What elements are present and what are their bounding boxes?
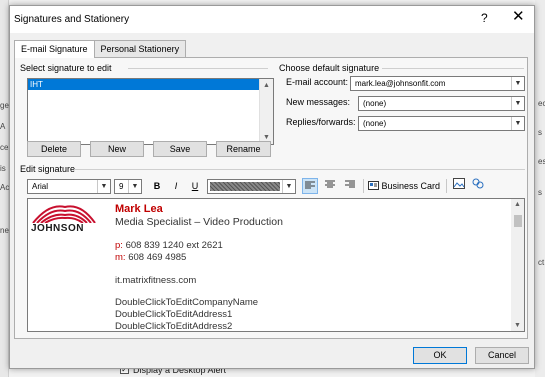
chevron-down-icon[interactable]: ▼ xyxy=(128,180,141,193)
bold-button[interactable]: B xyxy=(150,178,164,194)
ok-button[interactable]: OK xyxy=(413,347,467,364)
replies-forwards-label: Replies/forwards: xyxy=(286,117,356,127)
toolbar-separator xyxy=(363,179,364,193)
signature-phone-line: p: 608 839 1240 ext 2621 xyxy=(115,240,223,251)
dialog-titlebar: Signatures and Stationery ? ✕ xyxy=(10,6,534,33)
cancel-button[interactable]: Cancel xyxy=(475,347,529,364)
scroll-up-icon[interactable]: ▲ xyxy=(514,201,521,208)
signature-list[interactable]: IHT ▲ ▼ xyxy=(27,78,274,145)
address2-placeholder: DoubleClickToEditAddress2 xyxy=(115,321,233,332)
signatures-dialog: Signatures and Stationery ? ✕ E-mail Sig… xyxy=(9,5,535,369)
bg-fragment: ce xyxy=(0,143,9,152)
italic-button[interactable]: I xyxy=(169,178,183,194)
email-account-label: E-mail account: xyxy=(286,77,349,87)
new-button[interactable]: New xyxy=(90,141,144,157)
font-name-select[interactable]: Arial ▼ xyxy=(27,179,111,194)
font-size-select[interactable]: 9 ▼ xyxy=(114,179,142,194)
phone-prefix: p: xyxy=(115,240,123,251)
mobile-number: 608 469 4985 xyxy=(128,252,187,263)
new-messages-label: New messages: xyxy=(286,97,351,107)
chevron-down-icon[interactable]: ▼ xyxy=(511,117,524,130)
business-card-label: Business Card xyxy=(381,181,441,191)
toolbar-separator xyxy=(446,179,447,193)
insert-picture-icon[interactable] xyxy=(452,178,466,194)
scroll-down-icon[interactable]: ▼ xyxy=(514,322,521,329)
email-account-value: mark.lea@johnsonfit.com xyxy=(355,79,446,88)
replies-forwards-value: (none) xyxy=(363,119,387,128)
divider xyxy=(382,68,524,69)
bg-fragment: ct xyxy=(538,258,545,267)
edit-signature-label: Edit signature xyxy=(20,164,76,174)
tab-email-signature[interactable]: E-mail Signature xyxy=(14,40,95,58)
insert-hyperlink-icon[interactable] xyxy=(471,178,485,194)
chevron-down-icon[interactable]: ▼ xyxy=(511,97,524,110)
scroll-up-icon[interactable]: ▲ xyxy=(263,82,270,89)
divider xyxy=(74,169,525,170)
bg-fragment: A xyxy=(0,122,6,131)
editor-scrollbar[interactable]: ▲ ▼ xyxy=(511,199,524,331)
font-size-value: 9 xyxy=(119,182,124,191)
help-button[interactable]: ? xyxy=(481,11,488,25)
bg-fragment: s xyxy=(538,188,542,197)
signature-list-scrollbar[interactable]: ▲ ▼ xyxy=(259,79,273,144)
tab-personal-stationery[interactable]: Personal Stationery xyxy=(93,40,187,57)
delete-button[interactable]: Delete xyxy=(27,141,81,157)
background-app-left-strip: ge A ce is Ac ne xyxy=(0,0,9,377)
bg-fragment: ect xyxy=(538,99,545,108)
logo-text: JOHNSON xyxy=(31,223,84,234)
address1-placeholder: DoubleClickToEditAddress1 xyxy=(115,309,233,320)
signature-list-item[interactable]: IHT xyxy=(28,79,259,90)
new-messages-value: (none) xyxy=(363,99,387,108)
default-signature-label: Choose default signature xyxy=(279,63,380,73)
scroll-down-icon[interactable]: ▼ xyxy=(263,134,270,141)
scrollbar-thumb[interactable] xyxy=(514,215,522,227)
phone-number: 608 839 1240 ext 2621 xyxy=(125,240,223,251)
company-name-placeholder: DoubleClickToEditCompanyName xyxy=(115,297,259,308)
chevron-down-icon[interactable]: ▼ xyxy=(97,180,110,193)
email-account-select[interactable]: mark.lea@johnsonfit.com ▼ xyxy=(350,76,525,91)
signature-title: Media Specialist – Video Production xyxy=(115,216,283,228)
bg-fragment: ne xyxy=(0,226,9,235)
business-card-icon xyxy=(368,181,379,190)
bg-fragment: s xyxy=(538,128,542,137)
dialog-tabs: E-mail Signature Personal Stationery xyxy=(14,40,187,58)
align-left-icon[interactable] xyxy=(302,178,318,194)
signature-mobile-line: m: 608 469 4985 xyxy=(115,252,186,263)
bg-fragment: es xyxy=(538,157,545,166)
signature-website: it.matrixfitness.com xyxy=(115,275,197,286)
signature-name: Mark Lea xyxy=(115,203,163,215)
dialog-title: Signatures and Stationery xyxy=(14,14,130,25)
background-app-right-strip: ect s es s ct xyxy=(535,0,545,377)
mobile-prefix: m: xyxy=(115,252,126,263)
font-name-value: Arial xyxy=(32,182,49,191)
business-card-button[interactable]: Business Card xyxy=(368,178,442,194)
close-icon[interactable]: ✕ xyxy=(512,9,525,24)
johnson-logo: JOHNSON xyxy=(31,205,97,241)
font-color-picker[interactable]: ▼ xyxy=(207,179,296,194)
select-signature-label: Select signature to edit xyxy=(20,63,112,73)
align-center-icon[interactable] xyxy=(322,178,338,194)
divider xyxy=(128,68,268,69)
chevron-down-icon[interactable]: ▼ xyxy=(511,77,524,90)
rename-button[interactable]: Rename xyxy=(216,141,271,157)
underline-button[interactable]: U xyxy=(188,178,202,194)
replies-forwards-select[interactable]: (none) ▼ xyxy=(358,116,525,131)
bg-fragment: ge xyxy=(0,101,9,110)
bg-fragment: is xyxy=(0,164,6,173)
bg-fragment: Ac xyxy=(0,183,10,192)
johnson-logo-icon xyxy=(32,205,96,223)
new-messages-select[interactable]: (none) ▼ xyxy=(358,96,525,111)
align-right-icon[interactable] xyxy=(342,178,358,194)
save-button[interactable]: Save xyxy=(153,141,207,157)
color-swatch-icon xyxy=(210,182,280,191)
signature-editor[interactable]: JOHNSON Mark Lea Media Specialist – Vide… xyxy=(27,198,525,332)
chevron-down-icon[interactable]: ▼ xyxy=(282,180,295,193)
